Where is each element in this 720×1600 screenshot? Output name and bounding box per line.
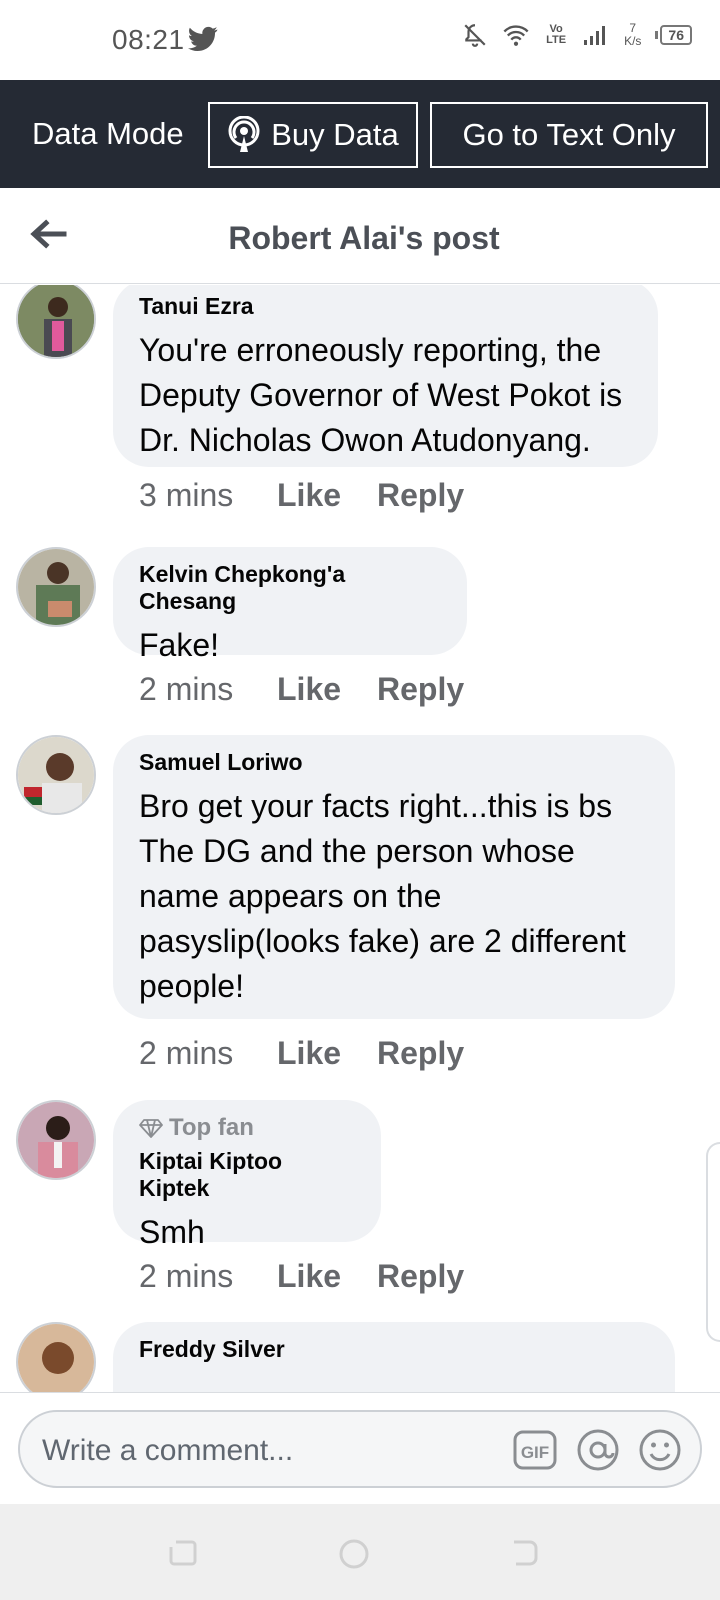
post-header: Robert Alai's post <box>0 188 720 284</box>
avatar[interactable] <box>16 735 96 815</box>
system-nav-bar <box>0 1504 720 1600</box>
top-fan-label: Top fan <box>169 1114 254 1141</box>
comment-text: Fake! <box>139 627 220 663</box>
comment-age: 3 mins <box>139 477 234 513</box>
comment-bubble[interactable]: Top fan Kiptai Kiptoo Kiptek Smh <box>113 1100 381 1250</box>
composer-icons: GIF <box>512 1428 682 1472</box>
comment-author[interactable]: Kelvin Chepkong'a Chesang <box>139 561 441 615</box>
avatar-image <box>18 737 94 813</box>
comment-actions: 2 mins Like Reply <box>139 1035 464 1072</box>
comment-author[interactable]: Tanui Ezra <box>139 293 632 320</box>
signal-icon <box>584 26 606 45</box>
comment-input[interactable]: Write a comment... GIF <box>18 1410 702 1488</box>
mention-icon[interactable] <box>576 1428 620 1472</box>
avatar[interactable] <box>16 285 96 359</box>
like-button[interactable]: Like <box>277 1035 377 1072</box>
side-handle[interactable] <box>706 1142 720 1342</box>
reply-button[interactable]: Reply <box>377 671 464 708</box>
reply-button[interactable]: Reply <box>377 477 464 514</box>
gif-icon-text: GIF <box>521 1443 549 1462</box>
broadcast-icon <box>228 116 260 152</box>
diamond-icon <box>139 1119 163 1138</box>
data-mode-label: Data Mode <box>32 116 184 151</box>
like-button[interactable]: Like <box>277 1258 377 1295</box>
avatar[interactable] <box>16 547 96 627</box>
status-bar: 08:21 Vo LTE 7 K/s 76 <box>0 0 720 80</box>
comment-placeholder: Write a comment... <box>42 1434 294 1467</box>
comment-age: 2 mins <box>139 1258 234 1294</box>
back-icon[interactable] <box>510 1538 540 1568</box>
text-only-button[interactable]: Go to Text Only <box>430 102 708 168</box>
comment-actions: 3 mins Like Reply <box>139 477 464 514</box>
avatar[interactable] <box>16 1100 96 1180</box>
top-fan-badge: Top fan <box>139 1114 355 1142</box>
like-button[interactable]: Like <box>277 477 377 514</box>
battery-level: 76 <box>660 25 692 45</box>
comment-bubble[interactable]: Samuel Loriwo Bro get your facts right..… <box>113 735 675 1019</box>
comment-author[interactable]: Samuel Loriwo <box>139 749 649 776</box>
emoji-icon[interactable] <box>638 1428 682 1472</box>
buy-data-label: Buy Data <box>271 117 399 152</box>
comment-text: You're erroneously reporting, the Deputy… <box>139 332 623 458</box>
comment-author[interactable]: Freddy Silver <box>139 1336 649 1363</box>
comment-text: Bro get your facts right...this is bs Th… <box>139 788 626 1004</box>
buy-data-button[interactable]: Buy Data <box>208 102 418 168</box>
lte-indicator: Vo LTE <box>546 23 567 46</box>
comment-composer: Write a comment... GIF <box>0 1392 720 1504</box>
net-speed: 7 K/s <box>624 22 641 48</box>
like-button[interactable]: Like <box>277 671 377 708</box>
comment-bubble[interactable]: Freddy Silver <box>113 1322 675 1392</box>
wifi-icon <box>503 25 529 46</box>
comment-author[interactable]: Kiptai Kiptoo Kiptek <box>139 1148 355 1202</box>
home-icon[interactable] <box>338 1538 370 1570</box>
comments-feed[interactable]: Tanui Ezra You're erroneously reporting,… <box>0 285 720 1392</box>
comment-age: 2 mins <box>139 671 234 707</box>
reply-button[interactable]: Reply <box>377 1258 464 1295</box>
status-time: 08:21 <box>112 24 185 55</box>
avatar[interactable] <box>16 1322 96 1392</box>
comment-text: Smh <box>139 1214 205 1250</box>
page-title: Robert Alai's post <box>228 220 500 256</box>
comment-bubble[interactable]: Kelvin Chepkong'a Chesang Fake! <box>113 547 467 663</box>
mute-icon <box>464 24 486 47</box>
comment-actions: 2 mins Like Reply <box>139 1258 464 1295</box>
recents-icon[interactable] <box>168 1538 198 1568</box>
comment-age: 2 mins <box>139 1035 234 1071</box>
comment-bubble[interactable]: Tanui Ezra You're erroneously reporting,… <box>113 285 658 467</box>
avatar-image <box>18 285 94 357</box>
data-mode-bar: Data Mode Buy Data Go to Text Only <box>0 80 720 188</box>
twitter-icon <box>188 26 218 51</box>
avatar-image <box>18 1324 94 1392</box>
comment-actions: 2 mins Like Reply <box>139 671 464 708</box>
text-only-label: Go to Text Only <box>462 117 676 152</box>
battery-icon: 76 <box>655 25 692 45</box>
avatar-image <box>18 549 94 625</box>
status-icons: Vo LTE 7 K/s 76 <box>462 22 692 48</box>
reply-button[interactable]: Reply <box>377 1035 464 1072</box>
net-speed-unit: K/s <box>624 34 642 48</box>
gif-icon[interactable]: GIF <box>512 1428 558 1472</box>
avatar-image <box>18 1102 94 1178</box>
battery-cap <box>655 31 659 39</box>
